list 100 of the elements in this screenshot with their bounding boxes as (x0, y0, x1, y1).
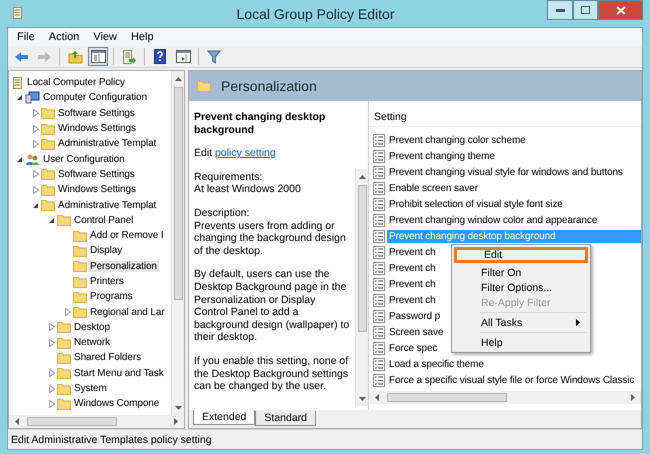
setting-row[interactable]: Prevent changing window color and appearance (387, 214, 600, 226)
tree-item[interactable]: User Configuration (41, 154, 127, 165)
policy-setting-link[interactable]: policy setting (215, 147, 276, 160)
folder-icon (41, 107, 55, 120)
folder-icon (73, 306, 87, 318)
scroll-down-arrow-icon[interactable] (174, 406, 182, 411)
tree-item[interactable]: Printers (88, 276, 126, 287)
filter-icon (207, 50, 221, 64)
section-title: Personalization (221, 78, 317, 94)
setting-icon (373, 198, 385, 210)
scroll-icon (12, 76, 24, 90)
folder-icon (73, 290, 87, 303)
edit-line: Edit policy setting (194, 147, 277, 160)
expanded-caret-icon[interactable] (16, 156, 23, 163)
users-icon (25, 152, 40, 166)
tree-item[interactable]: Windows Compone (72, 398, 162, 410)
scroll-right-arrow-icon[interactable] (631, 394, 636, 401)
setting-row[interactable]: Password p (387, 310, 442, 322)
scroll-left-arrow-icon[interactable] (374, 394, 379, 401)
menu-item[interactable]: Filter Options... (454, 280, 588, 295)
tree-item[interactable]: Administrative Templat (56, 138, 158, 150)
setting-row[interactable]: Prohibit selection of visual style font size (387, 198, 565, 210)
tree-item[interactable]: Display (88, 245, 124, 256)
folder-icon (57, 214, 71, 226)
maximize-button[interactable] (573, 0, 598, 20)
tree-item[interactable]: System (72, 383, 109, 394)
collapsed-caret-icon[interactable] (64, 308, 70, 316)
vertical-scrollbar[interactable] (171, 71, 184, 415)
tree-item[interactable]: Windows Settings (56, 184, 138, 196)
setting-row[interactable]: Prevent changing color scheme (387, 134, 528, 146)
tree-item[interactable]: Add or Remove I (88, 230, 166, 242)
menu-item[interactable]: Edit (454, 247, 588, 263)
minimize-button[interactable] (547, 0, 573, 20)
tree-item[interactable]: Software Settings (56, 108, 137, 119)
tree-item[interactable]: Administrative Templat (56, 200, 158, 211)
tree-item[interactable]: Windows Settings (56, 123, 138, 134)
description-paragraph: Requirements: At least Windows 2000 (194, 170, 302, 196)
forward-arrow-icon (36, 50, 52, 62)
setting-row[interactable]: Prevent ch (387, 246, 438, 258)
column-header[interactable]: Setting (374, 111, 407, 123)
policy-title: Prevent changing desktop background (194, 111, 326, 136)
setting-row[interactable]: Enable screen saver (387, 182, 480, 194)
horizontal-scrollbar[interactable] (9, 415, 184, 428)
tree-item[interactable]: Network (72, 337, 112, 348)
console-tree-icon (90, 50, 106, 63)
scroll-up-arrow-icon[interactable] (358, 174, 366, 179)
expanded-caret-icon[interactable] (16, 94, 23, 102)
tree-item[interactable]: Desktop (72, 322, 112, 333)
tree-item[interactable]: Software Settings (56, 168, 137, 180)
menu-item[interactable]: Action (42, 31, 86, 43)
folder-icon (41, 138, 55, 150)
scroll-up-arrow-icon[interactable] (174, 76, 182, 81)
expanded-caret-icon[interactable] (32, 202, 39, 209)
minimize-icon (556, 8, 564, 12)
toolbar-button[interactable] (173, 47, 193, 66)
tree-item[interactable]: Shared Folders (72, 352, 143, 364)
tree-item[interactable]: Personalization (88, 260, 159, 272)
back-arrow-icon (14, 50, 28, 62)
tree-item[interactable]: Local Computer Policy (25, 77, 127, 88)
scroll-left-arrow-icon[interactable] (14, 418, 19, 425)
setting-row[interactable]: Prevent ch (387, 262, 438, 274)
menu-item[interactable]: All Tasks (454, 315, 588, 330)
export-list-icon (122, 50, 136, 64)
view-tab[interactable]: Extended (193, 410, 256, 425)
tree-item[interactable]: Control Panel (72, 214, 136, 226)
setting-icon (373, 262, 385, 274)
menu-item[interactable]: File (11, 31, 41, 43)
setting-row[interactable]: Prevent ch (387, 278, 438, 290)
close-button[interactable] (598, 0, 643, 20)
folder-icon (73, 230, 87, 242)
folder-icon (41, 168, 55, 180)
setting-row[interactable]: Prevent ch (387, 294, 438, 306)
setting-row[interactable]: Prevent changing theme (387, 150, 497, 162)
setting-icon (373, 294, 385, 306)
setting-row[interactable]: Force a specific visual style file or force Windows Classic (387, 374, 636, 386)
menu-item[interactable]: Help (454, 335, 588, 350)
tree-item[interactable]: Computer Configuration (41, 92, 149, 104)
setting-row[interactable]: Prevent changing visual style for windows and buttons (387, 166, 625, 178)
setting-icon (373, 278, 385, 290)
folder-up-icon (68, 50, 82, 64)
toolbar-button[interactable] (88, 47, 108, 66)
menu-item[interactable]: Help (124, 31, 160, 43)
tree-item[interactable]: Regional and Lar (88, 306, 167, 318)
action-pane-icon (176, 50, 190, 63)
setting-icon (373, 374, 385, 386)
scroll-right-arrow-icon[interactable] (174, 418, 179, 425)
scroll-down-arrow-icon[interactable] (358, 397, 366, 402)
tree-item[interactable]: Start Menu and Task (72, 368, 166, 379)
tree-item[interactable]: Programs (88, 291, 135, 302)
vertical-scrollbar[interactable] (355, 169, 368, 406)
folder-icon (57, 336, 71, 349)
folder-icon (57, 367, 71, 380)
menu-item[interactable]: View (87, 31, 123, 43)
menu-item[interactable]: Filter On (454, 265, 588, 280)
setting-row[interactable]: Screen save (387, 326, 446, 338)
setting-row[interactable]: Force spec (387, 342, 440, 354)
view-tab[interactable]: Standard (255, 411, 316, 426)
setting-row[interactable]: Load a specific theme (387, 358, 486, 370)
expanded-caret-icon[interactable] (48, 216, 55, 224)
horizontal-scrollbar[interactable] (369, 391, 641, 404)
